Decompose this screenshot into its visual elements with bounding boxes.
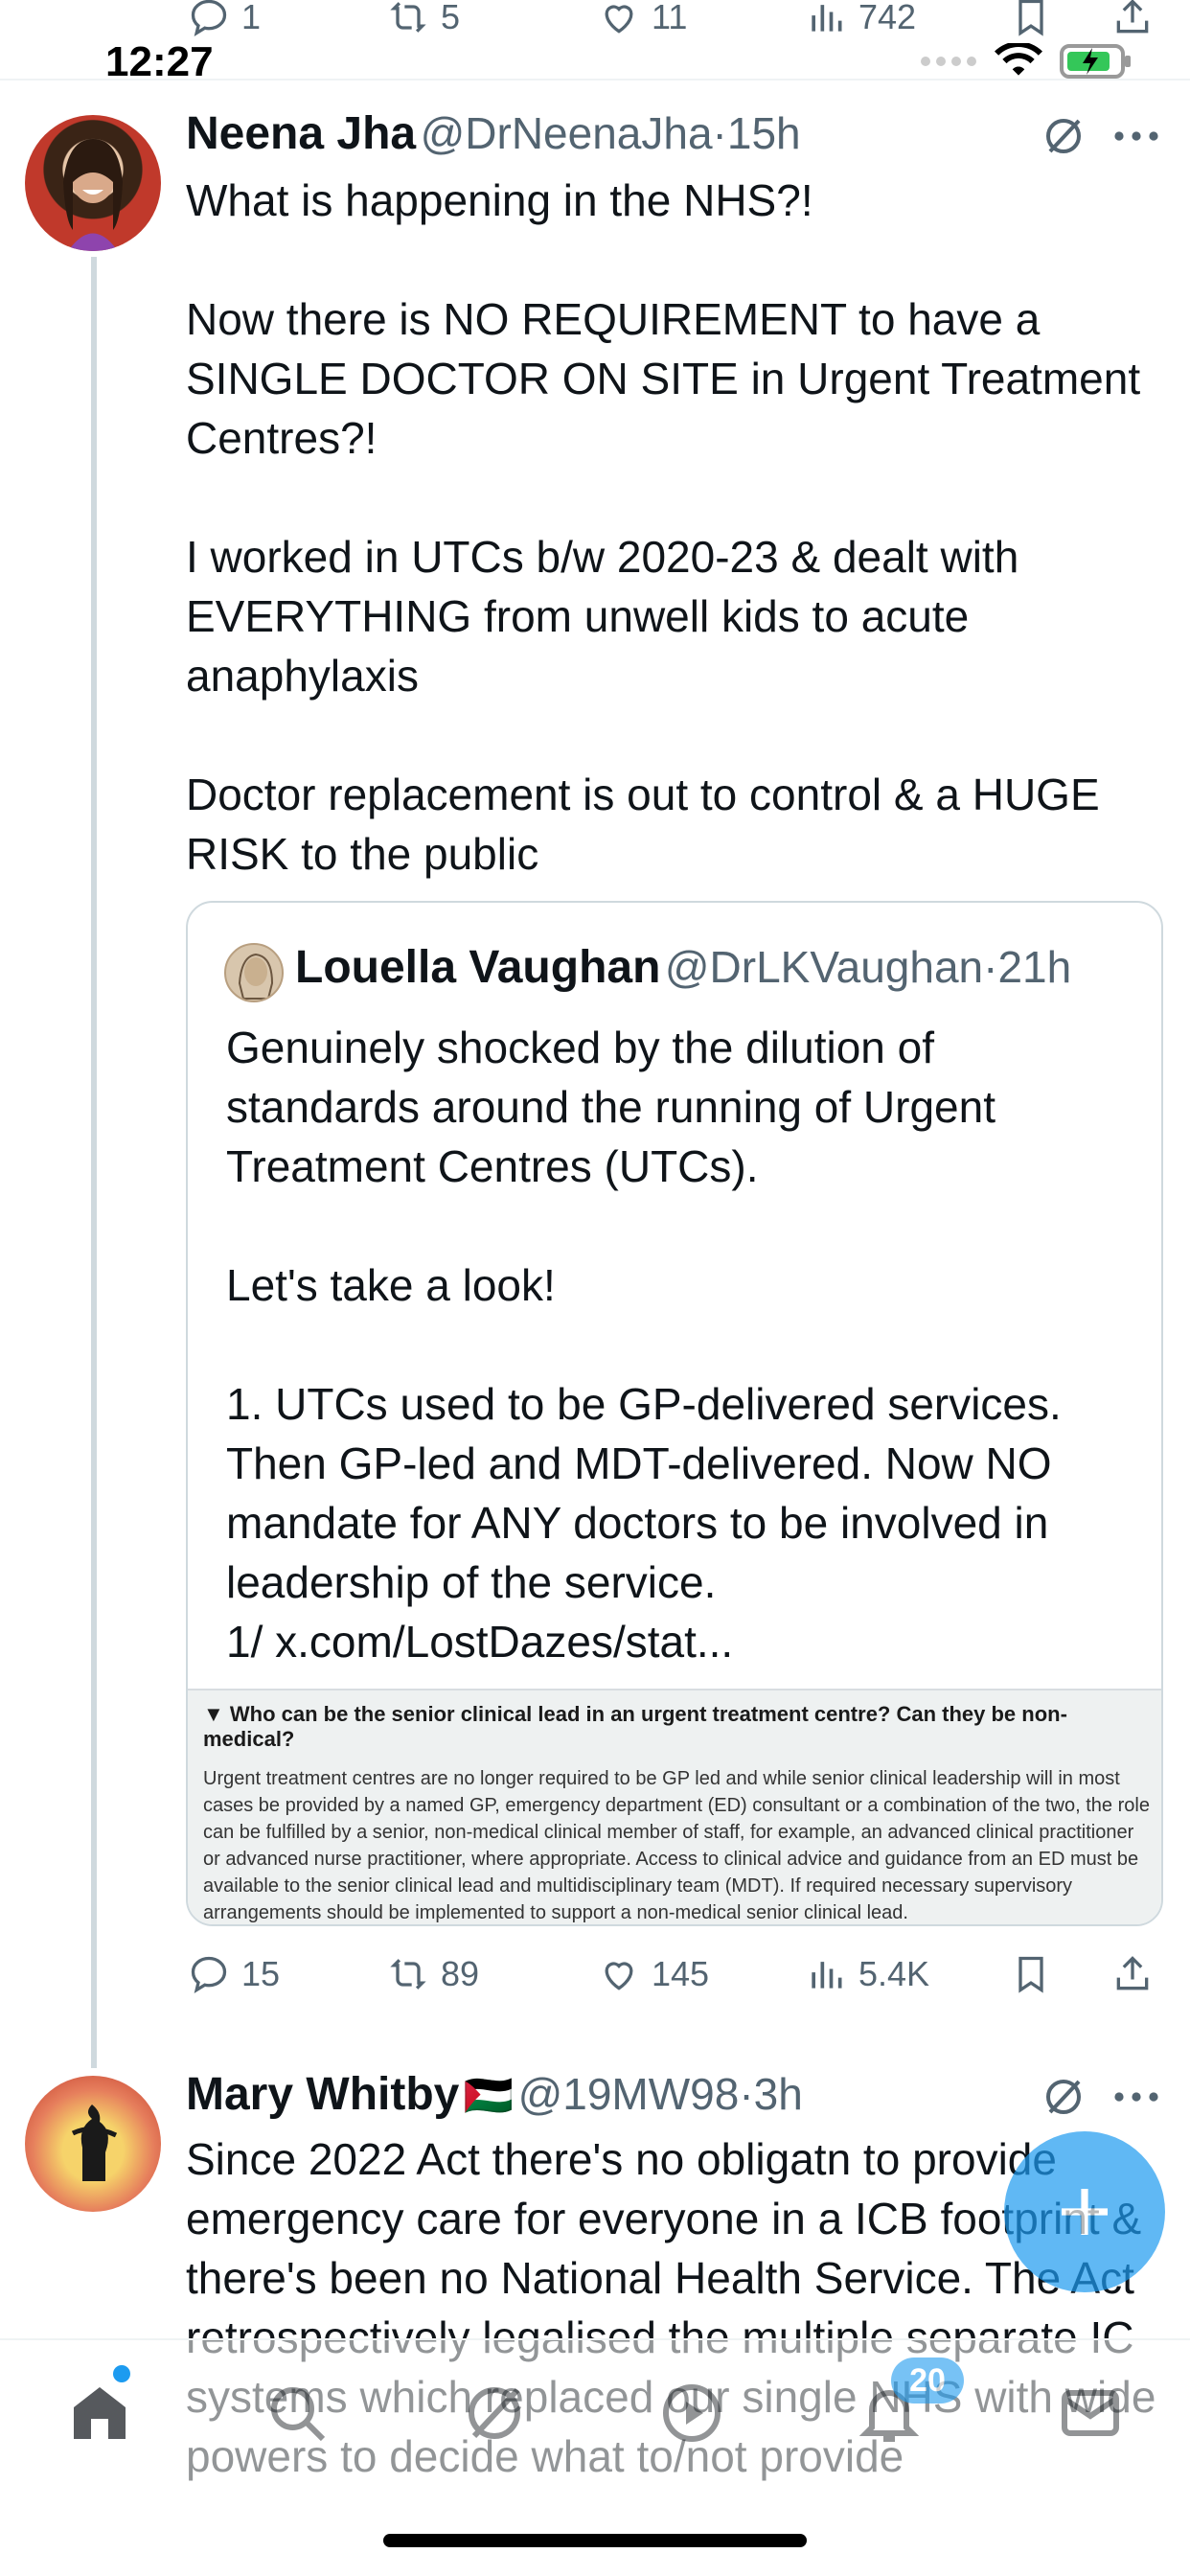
reply-button[interactable]: 15 [188, 1953, 280, 1995]
quote-header: Louella Vaughan @DrLKVaughan·21h [295, 941, 1071, 994]
image-answer: Urgent treatment centres are no longer r… [203, 1768, 1150, 1923]
tweet-header: Neena Jha @DrNeenaJha·15h [186, 107, 801, 160]
quote-author-handle: @DrLKVaughan [664, 942, 984, 992]
separator: · [739, 2069, 754, 2119]
quoted-tweet[interactable]: Louella Vaughan @DrLKVaughan·21h Genuine… [186, 901, 1163, 1926]
like-count: 11 [652, 0, 688, 36]
like-button[interactable]: 145 [598, 1953, 709, 1995]
views-button[interactable]: 5.4K [805, 1953, 929, 1995]
battery-icon [1060, 44, 1131, 79]
like-icon [605, 1962, 633, 1990]
repost-button[interactable]: 89 [387, 1953, 479, 1995]
image-question: ▼ Who can be the senior clinical lead in… [203, 1702, 1067, 1751]
spaces-icon[interactable] [657, 2379, 726, 2448]
bookmark-icon [1018, 0, 1043, 36]
status-time: 12:27 [105, 38, 214, 85]
home-icon[interactable] [65, 2379, 134, 2448]
more-icon[interactable] [1113, 125, 1159, 148]
avatar-image [63, 139, 123, 251]
views-count: 742 [858, 0, 917, 36]
reply-author-name[interactable]: Mary Whitby [186, 2069, 459, 2120]
reply-header: Mary Whitby 🇵🇸 @19MW98·3h [186, 2068, 803, 2121]
more-icon[interactable] [1113, 2085, 1159, 2108]
share-icon [1116, 1956, 1149, 1990]
compose-button[interactable] [1004, 2131, 1165, 2292]
bookmark-button[interactable] [1010, 1953, 1052, 1995]
bookmark-icon [1018, 1956, 1043, 1993]
previous-tweet-actions: 1 5 11 742 12:27 [0, 0, 1190, 85]
author-name[interactable]: Neena Jha [186, 108, 416, 159]
like-icon [605, 5, 633, 34]
quote-text: Genuinely shocked by the dilution of sta… [226, 1023, 1062, 1667]
wifi-icon [995, 43, 1042, 76]
reply-count: 1 [241, 0, 262, 36]
grok-icon[interactable] [1041, 113, 1087, 159]
quote-author-name: Louella Vaughan [295, 942, 661, 993]
tweet-text: What is happening in the NHS?! Now there… [186, 175, 1141, 879]
reply-avatar-image [71, 2104, 118, 2181]
share-icon [1116, 0, 1149, 34]
author-handle[interactable]: @DrNeenaJha [421, 108, 713, 158]
home-indicator [383, 2534, 807, 2547]
share-button[interactable] [1111, 0, 1154, 38]
reply-icon [191, 0, 227, 36]
status-icons [920, 42, 1133, 80]
reply-avatar[interactable] [25, 2076, 161, 2212]
repost-icon [390, 1959, 426, 1990]
reply-button[interactable]: 1 [188, 0, 261, 38]
avatar[interactable] [25, 115, 161, 251]
messages-icon[interactable] [1056, 2379, 1125, 2448]
thread-line [91, 257, 97, 2068]
separator: · [712, 108, 727, 158]
notifications-badge: 20 [891, 2358, 964, 2404]
views-icon [812, 5, 842, 32]
repost-icon [390, 2, 426, 33]
quote-avatar [224, 943, 284, 1002]
quote-image[interactable]: ▼ Who can be the senior clinical lead in… [188, 1689, 1161, 1924]
reply-time[interactable]: 3h [754, 2069, 803, 2119]
compose-icon [1062, 2189, 1108, 2235]
bookmark-button[interactable] [1010, 0, 1052, 38]
quote-avatar-image [238, 953, 274, 1000]
reply-count: 15 [241, 1954, 281, 1993]
separator: · [983, 942, 998, 992]
grok-icon[interactable] [460, 2379, 529, 2448]
views-button[interactable]: 742 [805, 0, 916, 38]
flag-emoji: 🇵🇸 [463, 2073, 515, 2118]
views-count: 5.4K [858, 1954, 930, 1993]
grok-icon[interactable] [1041, 2074, 1087, 2120]
like-button[interactable]: 11 [598, 0, 687, 38]
share-button[interactable] [1111, 1953, 1154, 1995]
reply-author-handle[interactable]: @19MW98 [518, 2069, 740, 2119]
views-icon [812, 1962, 842, 1989]
tweet-time[interactable]: 15h [727, 108, 801, 158]
new-posts-dot [113, 2365, 130, 2382]
like-count: 145 [652, 1954, 710, 1993]
search-icon[interactable] [263, 2379, 332, 2448]
repost-button[interactable]: 5 [387, 0, 460, 38]
repost-count: 5 [441, 0, 461, 36]
repost-count: 89 [441, 1954, 480, 1993]
quote-time: 21h [997, 942, 1072, 992]
signal-icon [921, 57, 976, 66]
reply-icon [191, 1956, 227, 1993]
